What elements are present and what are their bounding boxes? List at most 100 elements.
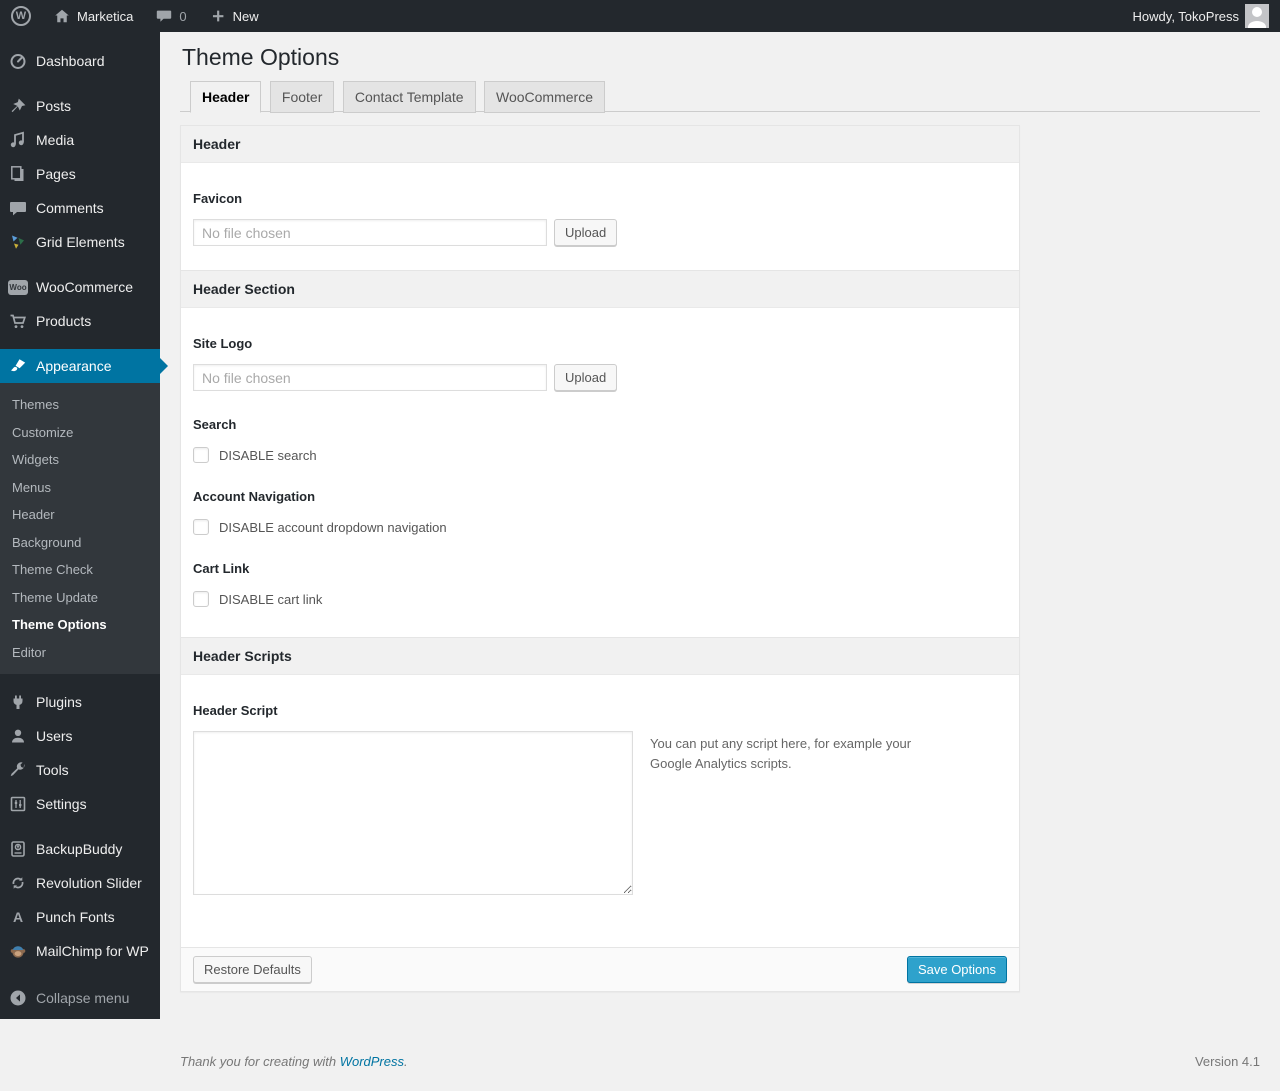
sidebar-item-revolution-slider[interactable]: Revolution Slider bbox=[0, 866, 160, 900]
sidebar-item-posts[interactable]: Posts bbox=[0, 89, 160, 123]
favicon-file-input[interactable] bbox=[193, 219, 547, 246]
tab-contact-template[interactable]: Contact Template bbox=[342, 81, 476, 113]
tab-woocommerce[interactable]: WooCommerce bbox=[484, 81, 605, 113]
tab-header[interactable]: Header bbox=[190, 81, 262, 113]
sidebar-item-products[interactable]: Products bbox=[0, 304, 160, 338]
avatar bbox=[1245, 4, 1269, 28]
comment-bubble-icon bbox=[157, 10, 172, 22]
admin-bar-left: W Marketica 0 New bbox=[0, 0, 270, 32]
main-content: Theme Options Header Footer Contact Temp… bbox=[160, 32, 1280, 1091]
sidebar-item-label: Plugins bbox=[36, 694, 82, 710]
media-icon bbox=[8, 130, 28, 150]
sidebar-item-label: WooCommerce bbox=[36, 279, 133, 295]
disable-cart-link-row: DISABLE cart link bbox=[193, 591, 1007, 607]
save-options-button[interactable]: Save Options bbox=[906, 956, 1007, 983]
favicon-file-row: Upload bbox=[193, 219, 1007, 246]
site-logo-upload-button[interactable]: Upload bbox=[554, 364, 618, 391]
sidebar-item-label: Punch Fonts bbox=[36, 909, 115, 925]
plus-icon bbox=[212, 10, 223, 22]
sidebar-item-comments[interactable]: Comments bbox=[0, 191, 160, 225]
sidebar-item-punch-fonts[interactable]: A Punch Fonts bbox=[0, 900, 160, 934]
submenu-item-editor[interactable]: Editor bbox=[0, 639, 160, 667]
sidebar-item-label: Tools bbox=[36, 762, 69, 778]
favicon-label: Favicon bbox=[193, 191, 243, 206]
grid-elements-icon bbox=[8, 232, 28, 252]
sidebar-item-grid-elements[interactable]: Grid Elements bbox=[0, 225, 160, 259]
sidebar-item-tools[interactable]: Tools bbox=[0, 753, 160, 787]
disable-account-nav-row: DISABLE account dropdown navigation bbox=[193, 519, 1007, 535]
tab-footer[interactable]: Footer bbox=[269, 81, 335, 113]
header-script-help-text: You can put any script here, for example… bbox=[650, 736, 912, 772]
sidebar-item-users[interactable]: Users bbox=[0, 719, 160, 753]
header-scripts-block: Header Script You can put any script her… bbox=[181, 675, 1019, 947]
search-label: Search bbox=[193, 417, 237, 432]
sidebar-item-label: Grid Elements bbox=[36, 234, 125, 250]
section-header: Header bbox=[181, 126, 1019, 163]
settings-icon bbox=[8, 794, 28, 814]
admin-bar: W Marketica 0 New Howdy, TokoPress bbox=[0, 0, 1280, 32]
new-label: New bbox=[232, 8, 259, 24]
admin-sidebar: Dashboard Posts Media Pages Comments Gri… bbox=[0, 32, 168, 1019]
submenu-item-customize[interactable]: Customize bbox=[0, 419, 160, 447]
favicon-upload-button[interactable]: Upload bbox=[554, 219, 618, 246]
submenu-item-widgets[interactable]: Widgets bbox=[0, 446, 160, 474]
letter-a-icon: A bbox=[12, 909, 24, 925]
collapse-menu-button[interactable]: Collapse menu bbox=[0, 981, 160, 1015]
sidebar-item-settings[interactable]: Settings bbox=[0, 787, 160, 821]
menu-separator bbox=[0, 674, 160, 685]
wordpress-link[interactable]: WordPress bbox=[340, 1054, 404, 1069]
sidebar-item-label: BackupBuddy bbox=[36, 841, 123, 857]
disable-account-nav-label: DISABLE account dropdown navigation bbox=[219, 519, 447, 535]
sidebar-item-label: Products bbox=[36, 313, 92, 329]
my-account-menu[interactable]: Howdy, TokoPress bbox=[1122, 0, 1280, 32]
sidebar-item-woocommerce[interactable]: Woo WooCommerce bbox=[0, 270, 160, 304]
dashboard-icon bbox=[8, 51, 28, 71]
disable-account-nav-checkbox[interactable] bbox=[193, 519, 209, 535]
disable-search-checkbox[interactable] bbox=[193, 447, 209, 463]
active-menu-arrow bbox=[160, 358, 168, 374]
site-name-label: Marketica bbox=[77, 8, 134, 24]
brush-icon bbox=[8, 356, 28, 376]
sidebar-item-pages[interactable]: Pages bbox=[0, 157, 160, 191]
new-content-menu[interactable]: New bbox=[198, 0, 270, 32]
submenu-item-theme-options[interactable]: Theme Options bbox=[0, 611, 160, 639]
sidebar-item-mailchimp[interactable]: MailChimp for WP bbox=[0, 934, 160, 968]
site-logo-file-input[interactable] bbox=[193, 364, 547, 391]
sidebar-item-media[interactable]: Media bbox=[0, 123, 160, 157]
header-script-textarea[interactable] bbox=[193, 731, 633, 895]
sidebar-item-backupbuddy[interactable]: BackupBuddy bbox=[0, 832, 160, 866]
panel-footer: Restore Defaults Save Options bbox=[181, 947, 1019, 991]
restore-defaults-button[interactable]: Restore Defaults bbox=[193, 956, 312, 983]
sidebar-item-label: MailChimp for WP bbox=[36, 943, 149, 959]
disable-cart-link-label: DISABLE cart link bbox=[219, 591, 323, 607]
submenu-item-themes[interactable]: Themes bbox=[0, 391, 160, 419]
disable-cart-link-checkbox[interactable] bbox=[193, 591, 209, 607]
submenu-item-theme-update[interactable]: Theme Update bbox=[0, 584, 160, 612]
backup-drive-icon bbox=[8, 839, 28, 859]
section-header-section: Header Section bbox=[181, 270, 1019, 308]
thanks-suffix: . bbox=[404, 1054, 408, 1069]
sidebar-item-label: Users bbox=[36, 728, 73, 744]
woocommerce-badge-icon: Woo bbox=[8, 277, 28, 297]
sidebar-item-plugins[interactable]: Plugins bbox=[0, 685, 160, 719]
thanks-prefix: Thank you for creating with bbox=[180, 1054, 340, 1069]
submenu-item-background[interactable]: Background bbox=[0, 529, 160, 557]
site-name-menu[interactable]: Marketica bbox=[42, 0, 144, 32]
comments-shortcut[interactable]: 0 bbox=[144, 0, 197, 32]
wordpress-menu[interactable]: W bbox=[0, 0, 42, 32]
submenu-item-theme-check[interactable]: Theme Check bbox=[0, 556, 160, 584]
theme-options-panel: Header Favicon Upload Header Section Sit… bbox=[180, 125, 1020, 992]
header-section-block: Favicon Upload bbox=[181, 163, 1019, 270]
collapse-arrow-icon bbox=[8, 988, 28, 1008]
admin-bar-right: Howdy, TokoPress bbox=[1122, 0, 1280, 32]
submenu-item-menus[interactable]: Menus bbox=[0, 474, 160, 502]
sidebar-item-label: Settings bbox=[36, 796, 87, 812]
pages-icon bbox=[8, 164, 28, 184]
tab-bar: Header Footer Contact Template WooCommer… bbox=[180, 81, 1260, 113]
sidebar-item-appearance[interactable]: Appearance bbox=[0, 349, 168, 383]
sidebar-item-label: Posts bbox=[36, 98, 72, 114]
plugin-icon bbox=[8, 692, 28, 712]
sidebar-item-dashboard[interactable]: Dashboard bbox=[0, 44, 160, 78]
account-navigation-label: Account Navigation bbox=[193, 489, 316, 504]
submenu-item-header[interactable]: Header bbox=[0, 501, 160, 529]
